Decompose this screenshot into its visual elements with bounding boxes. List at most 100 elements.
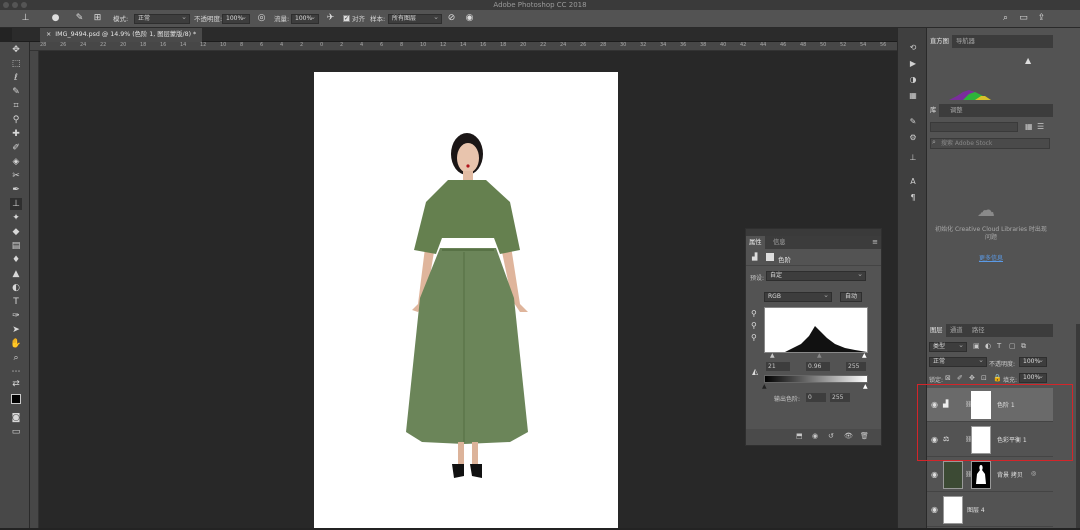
more-info-link[interactable]: 更多信息 bbox=[933, 253, 1049, 262]
layer-opacity-input[interactable]: 100% bbox=[1019, 356, 1047, 367]
brush-size-icon[interactable]: ● bbox=[50, 13, 61, 24]
adjust-icon[interactable]: ⚙ bbox=[907, 132, 919, 144]
blend-mode-select[interactable]: 正常 bbox=[929, 356, 987, 367]
smart-filter-icon[interactable]: ◎ bbox=[1031, 470, 1036, 477]
list-view-icon[interactable]: ☰ bbox=[1037, 122, 1044, 131]
zoom-tool-icon[interactable]: ⌕ bbox=[10, 352, 22, 364]
opacity-input[interactable]: 100% bbox=[222, 13, 250, 24]
swatches-icon[interactable]: ▦ bbox=[907, 90, 919, 102]
layer-name[interactable]: 背景 拷贝 bbox=[997, 470, 1023, 479]
delete-icon[interactable]: 🗑 bbox=[860, 432, 869, 440]
hand-tool-icon[interactable]: ✋ bbox=[10, 338, 22, 350]
black-eyedropper-icon[interactable]: ⚲ bbox=[751, 309, 757, 318]
tab-layers[interactable]: 图层 bbox=[927, 324, 946, 337]
auto-button[interactable]: 自动 bbox=[840, 292, 862, 302]
actions-icon[interactable]: ▶ bbox=[907, 58, 919, 70]
white-eyedropper-icon[interactable]: ⚲ bbox=[751, 333, 757, 342]
layer-thumb[interactable] bbox=[943, 461, 963, 489]
layer-row-background-copy[interactable]: ◉ ⛓ 背景 拷贝 ◎ bbox=[927, 458, 1053, 492]
stock-search-input[interactable]: 搜索 Adobe Stock bbox=[930, 138, 1050, 149]
lock-transparent-icon[interactable]: ⊠ bbox=[945, 374, 951, 382]
filter-pixel-icon[interactable]: ▣ bbox=[973, 342, 980, 350]
lock-image-icon[interactable]: ✐ bbox=[957, 374, 963, 382]
preset-select[interactable]: 自定 bbox=[766, 270, 866, 281]
crop-tool-icon[interactable]: ⌗ bbox=[10, 100, 22, 112]
pen-tool-icon[interactable]: ✑ bbox=[10, 310, 22, 322]
input-white-slider-icon[interactable]: ▲ bbox=[862, 352, 867, 359]
eyedropper-tool-icon[interactable]: ⚲ bbox=[10, 114, 22, 126]
character-icon[interactable]: A bbox=[907, 176, 919, 188]
input-gamma-field[interactable]: 0.96 bbox=[806, 362, 830, 371]
output-white-field[interactable]: 255 bbox=[830, 393, 850, 402]
output-black-field[interactable]: 0 bbox=[806, 393, 826, 402]
tab-paths[interactable]: 路径 bbox=[969, 324, 988, 337]
foreground-color-swatch[interactable] bbox=[11, 394, 21, 404]
tab-properties[interactable]: 属性 bbox=[746, 236, 765, 249]
pressure-opacity-icon[interactable]: ◎ bbox=[256, 13, 267, 24]
layers-scrollbar[interactable] bbox=[1076, 324, 1080, 528]
eraser-2-tool-icon[interactable]: ◆ bbox=[10, 226, 22, 238]
tab-navigator[interactable]: 导航器 bbox=[953, 35, 978, 48]
brush-settings-icon[interactable]: ✎ bbox=[907, 116, 919, 128]
mask-icon[interactable] bbox=[766, 253, 774, 261]
lock-all-icon[interactable]: 🔒 bbox=[993, 374, 1002, 382]
input-black-field[interactable]: 21 bbox=[766, 362, 790, 371]
color-icon[interactable]: ◑ bbox=[907, 74, 919, 86]
search-icon[interactable]: ⌕ bbox=[1000, 13, 1011, 24]
input-white-field[interactable]: 255 bbox=[846, 362, 866, 371]
lock-position-icon[interactable]: ✥ bbox=[969, 374, 975, 382]
sample-select[interactable]: 所有图层 bbox=[388, 13, 442, 24]
fill-input[interactable]: 100% bbox=[1019, 372, 1047, 383]
layer-row-layer-4[interactable]: ◉ 图层 4 bbox=[927, 493, 1053, 527]
blur-tool-icon[interactable]: ♦ bbox=[10, 254, 22, 266]
dodge-tool-icon[interactable]: ◐ bbox=[10, 282, 22, 294]
align-checkbox[interactable]: ✓ bbox=[343, 15, 350, 22]
warning-icon[interactable]: ▲ bbox=[1025, 56, 1031, 65]
history-icon[interactable]: ⟲ bbox=[907, 42, 919, 54]
view-previous-icon[interactable]: ◉ bbox=[812, 432, 818, 440]
clone-source-icon[interactable]: ⊞ bbox=[92, 13, 103, 24]
tab-channels[interactable]: 通道 bbox=[947, 324, 966, 337]
input-black-slider-icon[interactable]: ▲ bbox=[770, 352, 775, 359]
output-black-slider-icon[interactable]: ▲ bbox=[762, 383, 767, 390]
layer-name[interactable]: 图层 4 bbox=[967, 505, 985, 514]
properties-panel-grip[interactable] bbox=[746, 229, 881, 236]
eraser-tool-icon[interactable]: ◈ bbox=[10, 156, 22, 168]
path-select-tool-icon[interactable]: ➤ bbox=[10, 324, 22, 336]
mode-select[interactable]: 正常 bbox=[134, 13, 190, 24]
input-gamma-slider-icon[interactable]: ▲ bbox=[817, 352, 822, 359]
sharpen-tool-icon[interactable]: ▲ bbox=[10, 268, 22, 280]
visibility-eye-icon[interactable]: ◉ bbox=[931, 505, 938, 514]
library-select[interactable] bbox=[930, 122, 1018, 132]
pattern-tool-icon[interactable]: ✂ bbox=[10, 170, 22, 182]
tab-histogram[interactable]: 直方图 bbox=[927, 35, 952, 48]
panel-menu-icon[interactable]: ≡ bbox=[872, 238, 878, 246]
move-tool-icon[interactable]: ✥ bbox=[10, 44, 22, 56]
workspace-icon[interactable]: ▭ bbox=[1018, 13, 1029, 24]
filter-shape-icon[interactable]: ▢ bbox=[1009, 342, 1016, 350]
healing-brush-tool-icon[interactable]: ✚ bbox=[10, 128, 22, 140]
stamp-tool-preset-icon[interactable]: ⊥ bbox=[20, 13, 31, 24]
gray-eyedropper-icon[interactable]: ⚲ bbox=[751, 321, 757, 330]
airbrush-icon[interactable]: ✈ bbox=[325, 13, 336, 24]
tab-libraries[interactable]: 库 bbox=[927, 104, 940, 117]
swap-colors-icon[interactable]: ⇄ bbox=[10, 378, 22, 390]
brush-panel-icon[interactable]: ✎ bbox=[74, 13, 85, 24]
tab-info[interactable]: 信息 bbox=[770, 236, 789, 249]
filter-smart-icon[interactable]: ⧉ bbox=[1021, 342, 1026, 351]
screen-mode-icon[interactable]: ▭ bbox=[10, 426, 22, 438]
flow-input[interactable]: 100% bbox=[291, 13, 319, 24]
visibility-icon[interactable]: 👁 bbox=[844, 432, 853, 440]
quick-mask-icon[interactable]: ◙ bbox=[10, 412, 22, 424]
filter-adjust-icon[interactable]: ◐ bbox=[985, 342, 991, 350]
quick-select-tool-icon[interactable]: ✎ bbox=[10, 86, 22, 98]
lock-artboard-icon[interactable]: ⊡ bbox=[981, 374, 987, 382]
layer-filter-select[interactable]: 类型 bbox=[929, 341, 967, 352]
more-tools-icon[interactable]: ⋯ bbox=[10, 366, 22, 378]
tab-adjustments[interactable]: 调整 bbox=[947, 104, 966, 117]
clipping-warning-icon[interactable]: ◭ bbox=[752, 367, 758, 376]
document-tab[interactable]: × IMG_9494.psd @ 14.9% (色阶 1, 图层蒙版/8) * bbox=[40, 28, 203, 42]
pressure-size-icon[interactable]: ◉ bbox=[464, 13, 475, 24]
history-brush-tool-icon[interactable]: ✒ bbox=[10, 184, 22, 196]
layer-mask-thumb[interactable] bbox=[971, 461, 991, 489]
